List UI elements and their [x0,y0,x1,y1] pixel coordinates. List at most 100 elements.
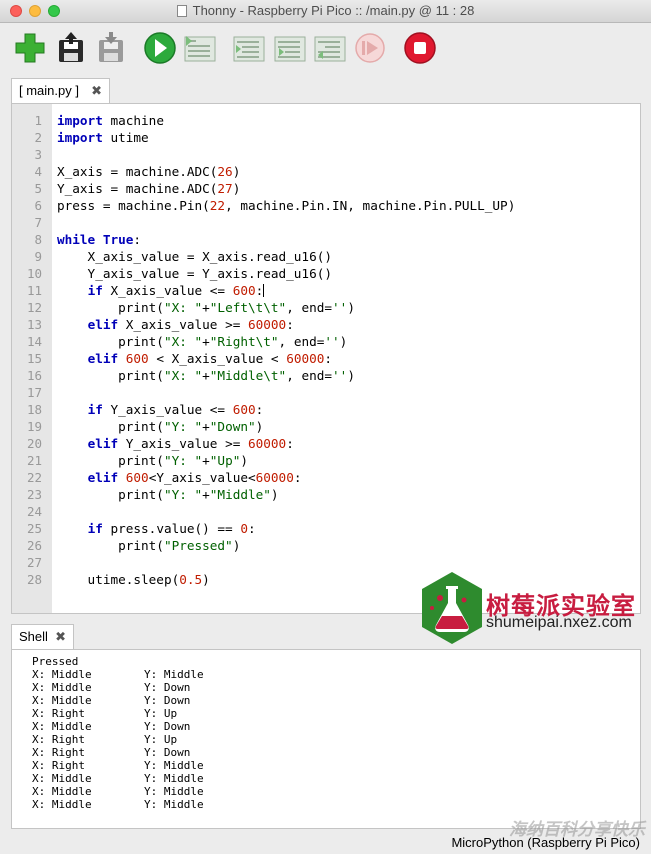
code-line: elif Y_axis_value >= 60000: [57,436,294,451]
code-text: print( [57,453,164,468]
line-number: 18 [26,402,42,417]
code-string: "Y: " [163,419,203,434]
red-stop-icon [404,32,436,64]
resume-button[interactable] [353,31,387,65]
code-line: while True: [57,232,141,247]
toolbar [0,23,651,73]
code-number: 27 [217,181,233,196]
code-text: Y_axis_value = Y_axis.read_u16() [57,266,332,281]
open-file-button[interactable] [55,31,89,65]
code-number: 600 [125,470,149,485]
code-text: ) [339,334,348,349]
line-number: 19 [26,419,42,434]
document-icon [176,5,187,17]
code-text: : [133,232,142,247]
code-line: if X_axis_value <= 600: [57,283,265,298]
window-title: Thonny - Raspberry Pi Pico :: /main.py @… [192,3,475,18]
code-keyword: elif [87,317,119,332]
floppy-save-icon [99,32,123,62]
run-button[interactable] [143,31,177,65]
code-string: "Y: " [163,487,203,502]
line-number: 15 [26,351,42,366]
code-text: ) [255,419,264,434]
code-string: '' [332,300,348,315]
code-text: <Y_axis_value< [148,470,256,485]
shell-y-value: Y: Middle [144,668,204,681]
code-text: , machine.Pin.IN, machine.Pin.PULL_UP) [225,198,516,213]
code-text: + [202,334,210,349]
code-text: ) [232,538,241,553]
code-text: : [255,283,264,298]
code-text: : [324,351,333,366]
line-number: 11 [26,283,42,298]
code-text: utime.sleep( [57,572,180,587]
close-tab-icon[interactable]: ✖ [91,79,102,103]
code-line: print("X: "+"Left\t\t", end='') [57,300,355,315]
code-line: X_axis_value = X_axis.read_u16() [57,249,332,264]
code-line: if Y_axis_value <= 600: [57,402,264,417]
shell-x-value: X: Middle [32,798,92,811]
code-line: print("Y: "+"Down") [57,419,263,434]
code-text: print( [57,368,164,383]
shell-x-value: X: Middle [32,668,92,681]
tab-shell[interactable]: Shell ✖ [11,624,74,649]
shell-x-value: X: Middle [32,785,92,798]
step-into-button[interactable] [273,31,307,65]
shell-y-value: Y: Up [144,707,178,720]
line-number: 20 [26,436,42,451]
shell-x-value: X: Middle [32,694,92,707]
shell-y-value: Y: Up [144,733,178,746]
debug-button[interactable] [183,31,217,65]
code-editor[interactable]: 1 2 3 4 5 6 7 8 9 10 11 12 13 14 15 16 17 18 19 20 21 22 23 24 2… [11,103,641,614]
site-logo: 树莓派实验室 shumeipai.nxez.com [418,570,648,650]
code-line: elif X_axis_value >= 60000: [57,317,294,332]
save-file-button[interactable] [95,31,129,65]
code-string: "Pressed" [163,538,233,553]
code-text: : [286,317,294,332]
line-number: 8 [34,232,42,247]
code-line: elif 600<Y_axis_value<60000: [57,470,302,485]
code-line: import utime [57,130,149,145]
new-file-button[interactable] [13,31,47,65]
code-keyword: elif [87,351,119,366]
code-text: Y_axis_value >= [118,436,248,451]
code-string: "X: " [163,334,203,349]
shell-y-value: Y: Down [144,720,191,733]
shell-y-value: Y: Down [144,746,191,759]
code-string: "Right\t" [209,334,279,349]
line-number: 17 [26,385,42,400]
close-shell-tab-icon[interactable]: ✖ [55,625,66,649]
code-text: print( [57,300,164,315]
code-text: print( [57,538,164,553]
interpreter-status[interactable]: MicroPython (Raspberry Pi Pico) [451,835,640,850]
code-number: 600 [232,283,256,298]
line-number: 22 [26,470,42,485]
tab-main-py[interactable]: [ main.py ] ✖ [11,78,110,103]
shell-y-value: Y: Middle [144,772,204,785]
code-line: utime.sleep(0.5) [57,572,210,587]
step-into-icon [274,36,306,62]
step-out-button[interactable] [313,31,347,65]
step-out-icon [314,36,346,62]
code-text: < X_axis_value < [148,351,287,366]
floppy-open-icon [59,32,83,62]
code-keyword: elif [87,436,119,451]
code-text: Y_axis_value <= [102,402,233,417]
code-text: ) [347,368,355,383]
line-number: 5 [34,181,42,196]
code-string: '' [332,368,348,383]
code-number: 600 [232,402,256,417]
stop-button[interactable] [403,31,437,65]
shell-x-value: X: Right [32,759,85,772]
code-text: , end= [286,368,333,383]
shell-y-value: Y: Middle [144,798,204,811]
step-over-button[interactable] [232,31,266,65]
line-number: 2 [34,130,42,145]
shell-output[interactable]: Pressed X: Middle Y: Middle X: Middle Y: Do… [11,649,641,829]
code-string: "X: " [163,300,203,315]
line-number: 1 [34,113,42,128]
code-line: print("X: "+"Right\t", end='') [57,334,347,349]
code-keyword: if [87,283,103,298]
